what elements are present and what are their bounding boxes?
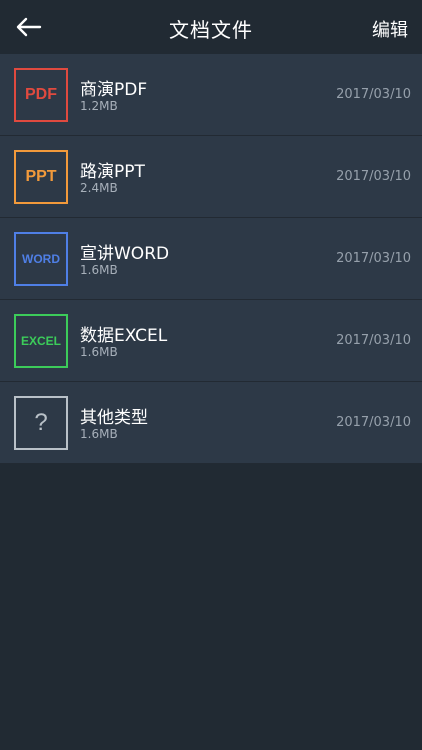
excel-file-icon: EXCEL <box>14 314 68 368</box>
file-size: 2.4MB <box>80 181 118 195</box>
file-date: 2017/03/10 <box>336 87 411 102</box>
file-date: 2017/03/10 <box>336 169 411 184</box>
file-icon-label: ? <box>34 409 48 436</box>
file-icon-label: PDF <box>25 86 57 103</box>
file-row-excel[interactable]: EXCEL 数据EXCEL 1.6MB 2017/03/10 <box>0 300 422 382</box>
file-row-ppt[interactable]: PPT 路演PPT 2.4MB 2017/03/10 <box>0 136 422 218</box>
file-size: 1.6MB <box>80 263 118 277</box>
pdf-file-icon: PDF <box>14 68 68 122</box>
file-row-pdf[interactable]: PDF 商演PDF 1.2MB 2017/03/10 <box>0 54 422 136</box>
file-name: 其他类型 <box>80 408 148 428</box>
file-name: 宣讲WORD <box>80 244 170 264</box>
file-name: 商演PDF <box>80 80 148 100</box>
edit-button[interactable]: 编辑 <box>372 16 408 42</box>
question-mark-icon: ? <box>14 396 68 450</box>
word-file-icon: WORD <box>14 232 68 286</box>
page-title: 文档文件 <box>169 18 253 42</box>
file-size: 1.6MB <box>80 427 118 441</box>
file-name: 路演PPT <box>80 162 145 182</box>
file-icon-label: EXCEL <box>20 334 61 348</box>
file-list: PDF 商演PDF 1.2MB 2017/03/10 PPT 路演PPT 2.4… <box>0 54 422 464</box>
ppt-file-icon: PPT <box>14 150 68 204</box>
file-size: 1.2MB <box>80 99 118 113</box>
file-name: 数据EXCEL <box>80 326 168 346</box>
file-date: 2017/03/10 <box>336 415 411 430</box>
file-icon-label: WORD <box>22 252 60 266</box>
file-row-word[interactable]: WORD 宣讲WORD 1.6MB 2017/03/10 <box>0 218 422 300</box>
file-icon-label: PPT <box>25 168 57 185</box>
nav-bar: 文档文件 编辑 <box>0 0 422 54</box>
file-date: 2017/03/10 <box>336 251 411 266</box>
file-row-other[interactable]: ? 其他类型 1.6MB 2017/03/10 <box>0 382 422 464</box>
file-size: 1.6MB <box>80 345 118 359</box>
file-date: 2017/03/10 <box>336 333 411 348</box>
